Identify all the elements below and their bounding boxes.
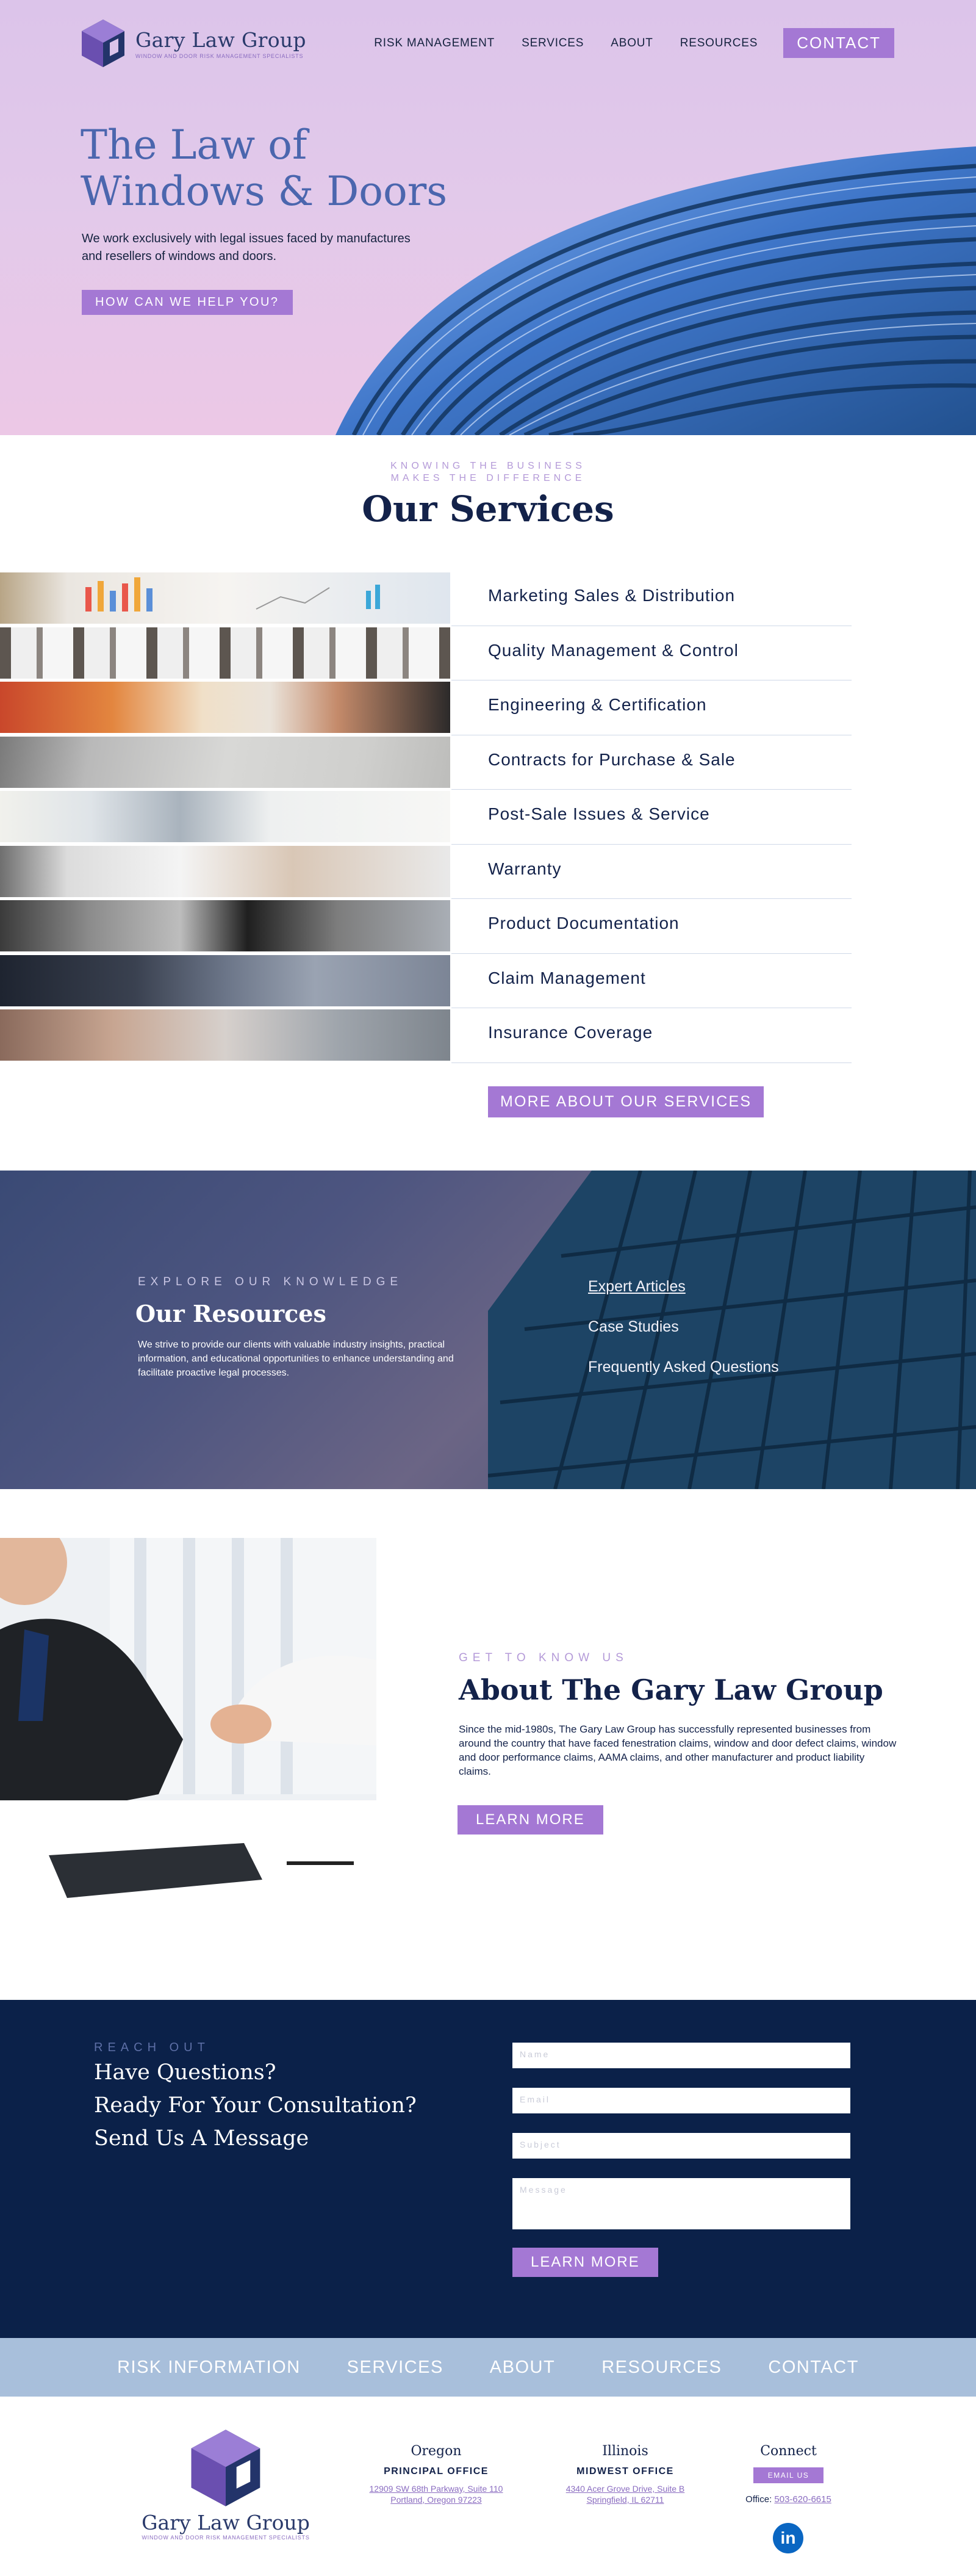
service-row-quality[interactable]: Quality Management & Control (0, 626, 976, 680)
service-row-insurance[interactable]: Insurance Coverage (0, 1008, 976, 1063)
logo-cube-icon (191, 2430, 260, 2506)
nav-contact-button[interactable]: CONTACT (783, 28, 894, 58)
brand-tagline: WINDOW AND DOOR RISK MANAGEMENT SPECIALI… (135, 52, 304, 59)
footer-nav-contact[interactable]: CONTACT (768, 2358, 859, 2378)
oregon-label: PRINCIPAL OFFICE (384, 2466, 489, 2477)
footer-nav-resources[interactable]: RESOURCES (601, 2358, 722, 2378)
footer-logo[interactable]: Gary Law Group WINDOW AND DOOR RISK MANA… (134, 2428, 317, 2541)
about-kicker: GET TO KNOW US (459, 1651, 628, 1664)
nav-risk-management[interactable]: RISK MANAGEMENT (374, 37, 495, 50)
connect-title: Connect (760, 2444, 817, 2459)
oregon-address-line1[interactable]: 12909 SW 68th Parkway, Suite 110 (354, 2483, 518, 2494)
services-kicker-line2: MAKES THE DIFFERENCE (390, 473, 586, 483)
contact-heading-line1: Have Questions? (94, 2060, 276, 2085)
footer-nav-risk-information[interactable]: RISK INFORMATION (117, 2358, 301, 2378)
service-label-contracts: Contracts for Purchase & Sale (488, 749, 736, 769)
footer-nav: RISK INFORMATION SERVICES ABOUT RESOURCE… (0, 2338, 976, 2397)
header-logo[interactable]: Gary Law Group WINDOW AND DOOR RISK MANA… (81, 18, 306, 68)
service-image-marketing (0, 572, 450, 624)
footer-nav-services[interactable]: SERVICES (347, 2358, 443, 2378)
office-phone-link[interactable]: 503-620-6615 (774, 2494, 831, 2505)
service-row-marketing[interactable]: Marketing Sales & Distribution (0, 571, 976, 626)
logo-cube-icon (82, 20, 124, 67)
service-image-documentation (0, 900, 450, 951)
contact-heading-line3: Send Us A Message (94, 2126, 309, 2151)
services-title: Our Services (362, 488, 614, 530)
service-label-quality: Quality Management & Control (488, 640, 739, 660)
footer-brand-name: Gary Law Group (142, 2511, 310, 2535)
illinois-address-line1[interactable]: 4340 Acer Grove Drive, Suite B (543, 2483, 708, 2494)
service-image-quality (0, 627, 450, 679)
office-label: Office: (745, 2494, 772, 2505)
link-faq[interactable]: Frequently Asked Questions (588, 1358, 779, 1376)
nav-resources[interactable]: RESOURCES (680, 37, 758, 50)
resources-links: Expert Articles Case Studies Frequently … (588, 1278, 779, 1399)
service-image-insurance (0, 1009, 450, 1061)
service-image-claims (0, 954, 450, 1006)
hero-building-image (336, 146, 976, 435)
hero-title-line1: The Law of (81, 121, 307, 168)
hero-help-button[interactable]: HOW CAN WE HELP YOU? (82, 290, 293, 315)
more-services-button[interactable]: MORE ABOUT OUR SERVICES (488, 1086, 764, 1117)
footer-brand-tagline: WINDOW AND DOOR RISK MANAGEMENT SPECIALI… (142, 2535, 310, 2541)
about-title: About The Gary Law Group (459, 1673, 883, 1706)
service-row-documentation[interactable]: Product Documentation (0, 899, 976, 954)
contact-kicker: REACH OUT (94, 2041, 210, 2054)
resources-text: We strive to provide our clients with va… (138, 1340, 454, 1378)
email-us-button[interactable]: EMAIL US (753, 2467, 824, 2483)
service-row-warranty[interactable]: Warranty (0, 845, 976, 899)
contact-submit-button[interactable]: LEARN MORE (512, 2248, 658, 2277)
contact-name-field[interactable]: Name (512, 2043, 850, 2068)
about-text: Since the mid-1980s, The Gary Law Group … (459, 1723, 897, 1777)
illinois-title: Illinois (602, 2444, 648, 2459)
about-handshake-image (0, 1538, 376, 1951)
service-label-claims: Claim Management (488, 968, 646, 987)
resources-section (0, 1171, 976, 1489)
footer-oregon: Oregon PRINCIPAL OFFICE 12909 SW 68th Pa… (354, 2444, 518, 2505)
service-image-warranty (0, 845, 450, 897)
services-kicker-line1: KNOWING THE BUSINESS (390, 461, 586, 471)
service-label-marketing: Marketing Sales & Distribution (488, 586, 736, 605)
oregon-title: Oregon (411, 2444, 462, 2459)
nav-about[interactable]: ABOUT (611, 37, 653, 50)
office-phone-line: Office: 503-620-6615 (726, 2494, 851, 2505)
illinois-label: MIDWEST OFFICE (576, 2466, 674, 2477)
linkedin-icon[interactable]: in (773, 2523, 803, 2553)
services-list: Marketing Sales & Distribution Quality M… (0, 571, 976, 1063)
oregon-address-line2[interactable]: Portland, Oregon 97223 (354, 2494, 518, 2505)
contact-email-field[interactable]: Email (512, 2088, 850, 2113)
service-row-post-sale[interactable]: Post-Sale Issues & Service (0, 790, 976, 845)
service-label-documentation: Product Documentation (488, 914, 680, 933)
contact-subject-field[interactable]: Subject (512, 2133, 850, 2159)
footer-illinois: Illinois MIDWEST OFFICE 4340 Acer Grove … (543, 2444, 708, 2505)
contact-heading-line2: Ready For Your Consultation? (94, 2093, 417, 2118)
service-label-warranty: Warranty (488, 859, 562, 878)
footer-nav-about[interactable]: ABOUT (490, 2358, 555, 2378)
service-row-contracts[interactable]: Contracts for Purchase & Sale (0, 735, 976, 790)
link-expert-articles[interactable]: Expert Articles (588, 1278, 779, 1296)
service-image-engineering (0, 682, 450, 733)
service-label-post-sale: Post-Sale Issues & Service (488, 804, 710, 823)
nav-services[interactable]: SERVICES (522, 37, 584, 50)
service-image-post-sale (0, 791, 450, 842)
hero-section: Gary Law Group WINDOW AND DOOR RISK MANA… (0, 0, 976, 435)
service-row-claims[interactable]: Claim Management (0, 954, 976, 1008)
about-learn-more-button[interactable]: LEARN MORE (458, 1805, 603, 1835)
main-nav: RISK MANAGEMENT SERVICES ABOUT RESOURCES… (347, 28, 894, 58)
service-label-engineering: Engineering & Certification (488, 695, 707, 714)
services-kicker: KNOWING THE BUSINESS MAKES THE DIFFERENC… (0, 460, 976, 485)
resources-kicker: EXPLORE OUR KNOWLEDGE (138, 1275, 403, 1288)
brand-name: Gary Law Group (135, 27, 306, 52)
contact-message-field[interactable]: Message (512, 2178, 850, 2229)
illinois-address-line2[interactable]: Springfield, IL 62711 (543, 2494, 708, 2505)
footer-connect: Connect EMAIL US Office: 503-620-6615 (726, 2444, 851, 2505)
service-label-insurance: Insurance Coverage (488, 1023, 653, 1042)
service-image-contracts (0, 736, 450, 788)
link-case-studies[interactable]: Case Studies (588, 1318, 779, 1336)
resources-title: Our Resources (135, 1300, 326, 1327)
service-row-engineering[interactable]: Engineering & Certification (0, 680, 976, 735)
